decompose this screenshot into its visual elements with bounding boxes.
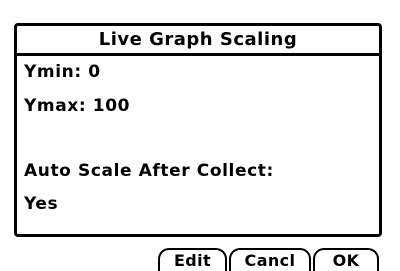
button-bar: Edit Cancl OK [0, 242, 400, 271]
ymin-field[interactable]: Ymin: 0 [24, 62, 101, 82]
scaling-dialog: Live Graph Scaling Ymin: 0 Ymax: 100 Aut… [14, 23, 382, 237]
dialog-title: Live Graph Scaling [17, 26, 379, 56]
ymax-field[interactable]: Ymax: 100 [24, 96, 130, 116]
device-screen: Live Graph Scaling Ymin: 0 Ymax: 100 Aut… [0, 0, 400, 271]
ok-button[interactable]: OK [313, 248, 379, 271]
auto-scale-label: Auto Scale After Collect: [24, 161, 274, 181]
auto-scale-value[interactable]: Yes [24, 194, 58, 214]
cancel-button[interactable]: Cancl [229, 248, 311, 271]
edit-button[interactable]: Edit [158, 248, 227, 271]
